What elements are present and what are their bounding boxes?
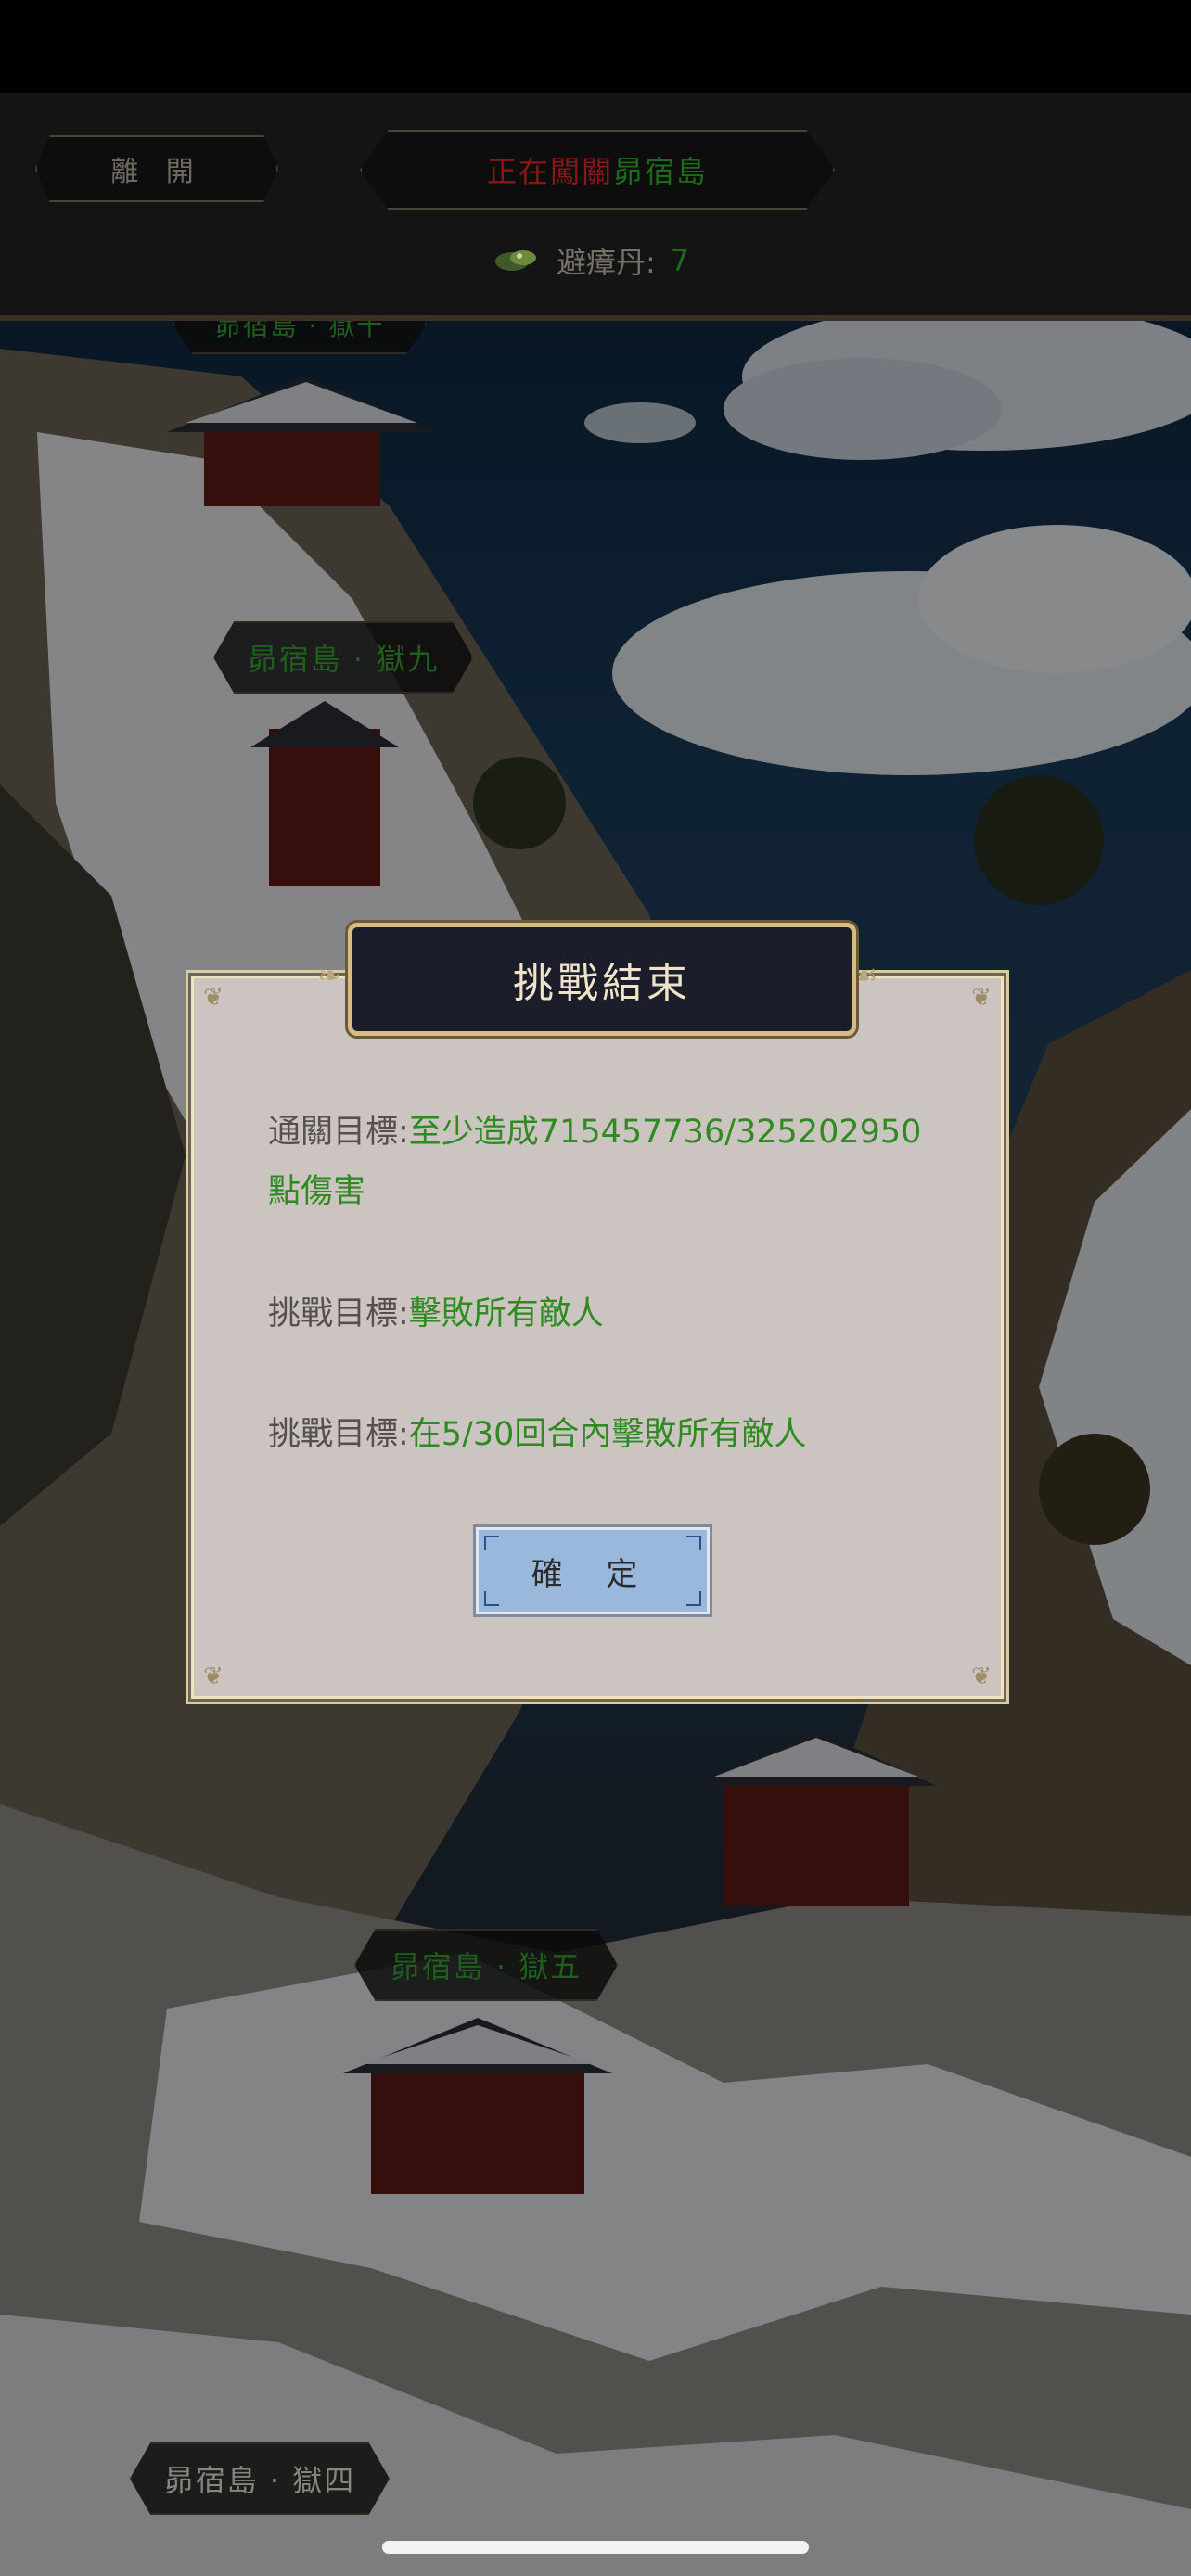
confirm-button[interactable]: 確 定 xyxy=(476,1527,710,1614)
challenge-status-text: 正在闖關 xyxy=(486,154,613,189)
challenge-objective-1: 挑戰目標:擊敗所有敵人 xyxy=(268,1284,604,1344)
clear-objective: 通關目標:至少造成715457736/325202950 點傷害 xyxy=(268,1103,954,1221)
pill-icon xyxy=(495,250,536,271)
corner-ornament-icon: ❦ xyxy=(971,1663,992,1690)
resource-label: 避瘴丹: xyxy=(557,245,656,280)
leave-button[interactable]: 離 開 xyxy=(35,135,278,202)
objective-label: 挑戰目標: xyxy=(268,1295,409,1333)
home-indicator[interactable] xyxy=(382,2541,809,2554)
objective-value-continued: 點傷害 xyxy=(268,1173,366,1210)
location-title: 正在闖關 昴宿島 xyxy=(360,130,835,210)
dialog-title: 挑戰結束 xyxy=(348,923,856,1036)
objective-value: 在5/30回合內擊敗所有敵人 xyxy=(408,1416,807,1453)
confirm-button-label: 確 定 xyxy=(531,1555,655,1593)
objective-value: 至少造成715457736/325202950 xyxy=(408,1114,922,1151)
location-name: 昴宿島 xyxy=(613,154,709,189)
top-bar: 離 開 正在闖關 昴宿島 避瘴丹: 7 xyxy=(0,93,1191,321)
status-bar xyxy=(0,0,1191,93)
stage-tag-9[interactable]: 昴宿島 · 獄九 xyxy=(213,621,473,694)
objective-label: 挑戰目標: xyxy=(268,1416,409,1453)
stage-tag-4[interactable]: 昴宿島 · 獄四 xyxy=(130,2442,390,2515)
resource-value: 7 xyxy=(670,243,690,278)
objective-label: 通關目標: xyxy=(268,1114,409,1151)
corner-ornament-icon: ❦ xyxy=(203,1663,224,1690)
corner-ornament-icon: ❦ xyxy=(971,984,992,1012)
corner-ornament-icon: ❦ xyxy=(203,984,224,1012)
objective-value: 擊敗所有敵人 xyxy=(408,1295,604,1333)
resource-counter: 避瘴丹: 7 xyxy=(492,239,689,282)
challenge-objective-2: 挑戰目標:在5/30回合內擊敗所有敵人 xyxy=(268,1405,806,1464)
header-wing-left-icon: ❧ xyxy=(317,960,341,992)
stage-tag-5[interactable]: 昴宿島 · 獄五 xyxy=(354,1929,618,2001)
challenge-result-dialog: ❦ ❦ ❦ ❦ ❧ ☙ 挑戰結束 通關目標:至少造成715457736/3252… xyxy=(191,923,1004,1699)
